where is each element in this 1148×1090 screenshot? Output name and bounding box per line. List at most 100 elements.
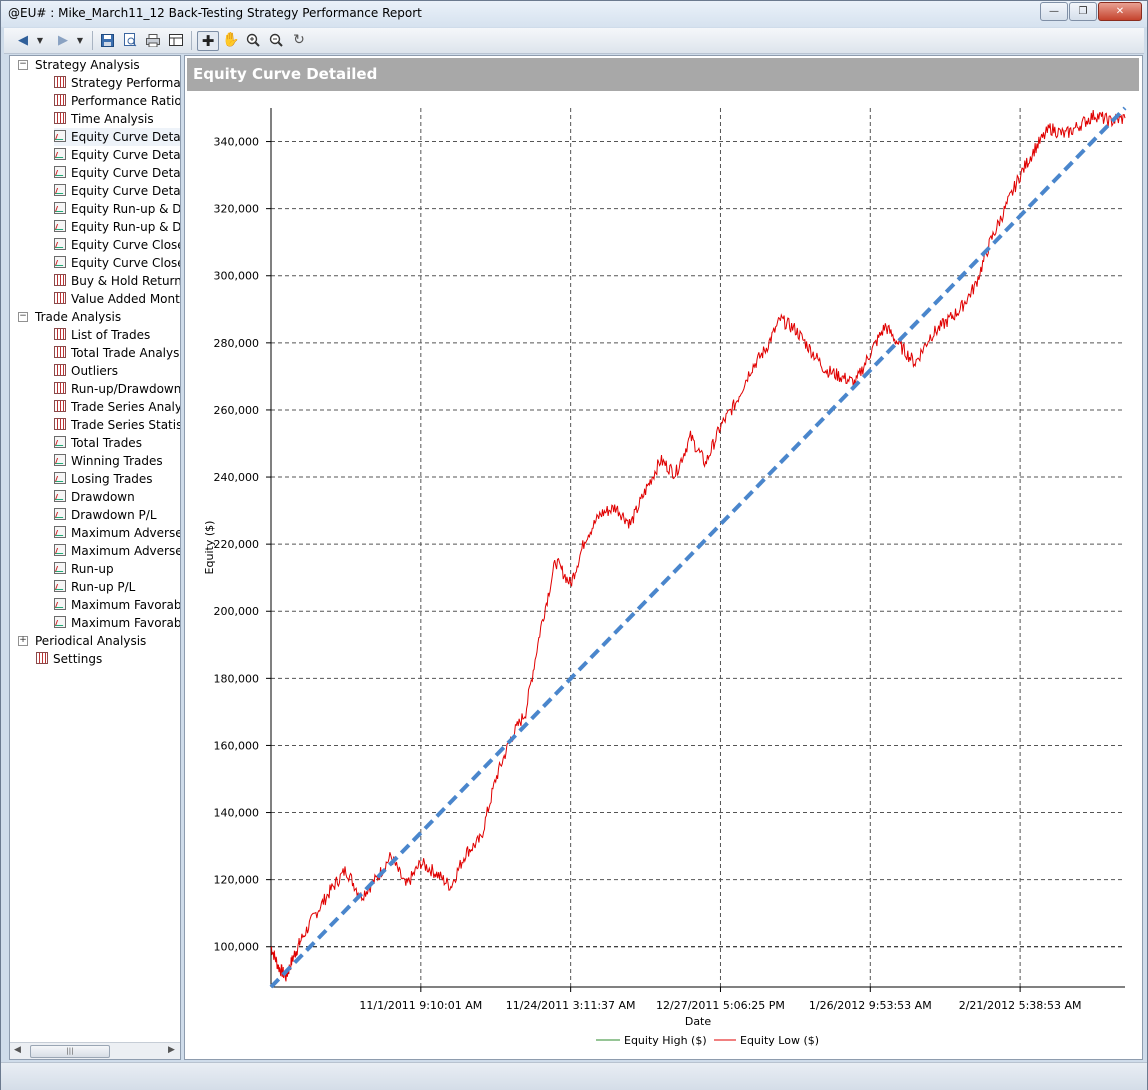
chart-report-icon bbox=[54, 508, 66, 520]
title-bar[interactable]: @EU# : Mike_March11_12 Back-Testing Stra… bbox=[1, 1, 1147, 27]
tree-item-label: Equity Curve Detailed bbox=[71, 184, 180, 198]
tree-item[interactable]: Equity Run-up & Drawdown bbox=[54, 200, 180, 218]
tree-item-label: Drawdown bbox=[71, 490, 135, 504]
chart-report-icon bbox=[54, 436, 66, 448]
back-button[interactable]: ◀ bbox=[12, 31, 34, 49]
tree-item[interactable]: Strategy Performance bbox=[54, 74, 180, 92]
zoom-out-icon bbox=[269, 33, 283, 47]
tree-item-settings[interactable]: Settings bbox=[36, 650, 102, 668]
hand-pan-icon: ✋ bbox=[222, 32, 240, 48]
tree-item[interactable]: Maximum Favorable Excursion bbox=[54, 596, 180, 614]
chart-report-icon bbox=[54, 544, 66, 556]
zoom-in-button[interactable] bbox=[243, 31, 263, 49]
tree-item[interactable]: Trade Series Analysis bbox=[54, 398, 180, 416]
x-axis-label: Date bbox=[685, 1015, 712, 1028]
table-report-icon bbox=[54, 292, 66, 304]
chart-report-icon bbox=[54, 130, 66, 142]
tree-item[interactable]: Run-up P/L bbox=[54, 578, 135, 596]
expand-icon[interactable]: + bbox=[18, 636, 28, 646]
reset-zoom-button[interactable]: ↻ bbox=[289, 31, 309, 49]
scrollbar-thumb[interactable]: ||| bbox=[30, 1045, 110, 1058]
chart-report-icon bbox=[54, 490, 66, 502]
tree-horizontal-scrollbar[interactable]: ◀ ||| ▶ bbox=[10, 1042, 180, 1059]
y-tick-label: 180,000 bbox=[214, 672, 260, 685]
y-tick-label: 280,000 bbox=[214, 337, 260, 350]
tree-item-label: Equity Curve Detailed bbox=[71, 130, 180, 144]
y-tick-label: 140,000 bbox=[214, 807, 260, 820]
tree-item-label: Trade Series Statistics bbox=[71, 418, 180, 432]
forward-button[interactable]: ▶ bbox=[52, 31, 74, 49]
tree-item[interactable]: Value Added Monthly bbox=[54, 290, 180, 308]
tree-item[interactable]: Total Trades bbox=[54, 434, 142, 452]
pan-tool-button[interactable]: ✋ bbox=[221, 31, 241, 49]
tree-item[interactable]: Maximum Favorable Excursion bbox=[54, 614, 180, 632]
tree-item-label: Equity Curve Detailed bbox=[71, 148, 180, 162]
select-tool-button[interactable]: ✚ bbox=[197, 31, 219, 51]
tree-item[interactable]: Total Trade Analysis bbox=[54, 344, 180, 362]
y-tick-label: 100,000 bbox=[214, 941, 260, 954]
table-report-icon bbox=[54, 382, 66, 394]
tree-item[interactable]: Run-up/Drawdown bbox=[54, 380, 180, 398]
tree-item-label: Run-up/Drawdown bbox=[71, 382, 180, 396]
tree-item[interactable]: Equity Curve Detailed bbox=[54, 182, 180, 200]
toolbar: ◀ ▼ ▶ ▼ ✚ ✋ ↻ bbox=[4, 28, 1144, 54]
back-dropdown-button[interactable]: ▼ bbox=[35, 31, 45, 49]
forward-arrow-icon: ▶ bbox=[58, 32, 68, 48]
tree-item[interactable]: Losing Trades bbox=[54, 470, 153, 488]
collapse-icon[interactable]: − bbox=[18, 60, 28, 70]
tree-item[interactable]: Winning Trades bbox=[54, 452, 163, 470]
tree-item[interactable]: Equity Curve Detailed bbox=[54, 128, 180, 146]
scroll-left-icon[interactable]: ◀ bbox=[14, 1045, 21, 1055]
tree-item[interactable]: Drawdown bbox=[54, 488, 135, 506]
save-button[interactable] bbox=[97, 31, 117, 49]
print-button[interactable] bbox=[143, 31, 163, 49]
tree-item[interactable]: Equity Curve Close To Close bbox=[54, 254, 180, 272]
legend-label-equity-low: Equity Low ($) bbox=[740, 1034, 819, 1047]
table-report-icon bbox=[54, 418, 66, 430]
chart-report-icon bbox=[54, 598, 66, 610]
close-button[interactable]: ✕ bbox=[1098, 2, 1142, 21]
tree-item[interactable]: Equity Curve Detailed bbox=[54, 164, 180, 182]
tree-item[interactable]: Buy & Hold Return bbox=[54, 272, 180, 290]
window-title: @EU# : Mike_March11_12 Back-Testing Stra… bbox=[8, 6, 422, 20]
tree-item[interactable]: Run-up bbox=[54, 560, 114, 578]
tree-item[interactable]: Time Analysis bbox=[54, 110, 154, 128]
zoom-out-button[interactable] bbox=[266, 31, 286, 49]
tree-item-label: Maximum Favorable Excursion bbox=[71, 598, 180, 612]
y-tick-label: 120,000 bbox=[214, 874, 260, 887]
tree-item[interactable]: List of Trades bbox=[54, 326, 150, 344]
page-layout-button[interactable] bbox=[166, 31, 186, 49]
restore-button[interactable]: ❐ bbox=[1069, 2, 1097, 21]
tree-item-label: Maximum Favorable Excursion bbox=[71, 616, 180, 630]
tree-item-label: List of Trades bbox=[71, 328, 151, 342]
minimize-button[interactable]: — bbox=[1040, 2, 1068, 21]
report-tree: −Strategy AnalysisStrategy PerformancePe… bbox=[10, 56, 180, 1042]
equity-curve-chart[interactable]: 100,000 120,000 140,000 160,000 180,000 200,0… bbox=[185, 96, 1140, 1056]
tree-item[interactable]: Equity Curve Close To Close bbox=[54, 236, 180, 254]
y-tick-label: 260,000 bbox=[214, 404, 260, 417]
tree-item[interactable]: Maximum Adverse Excursion bbox=[54, 542, 180, 560]
chevron-down-icon: ▼ bbox=[36, 35, 44, 45]
collapse-icon[interactable]: − bbox=[18, 312, 28, 322]
save-icon bbox=[100, 33, 114, 47]
tree-item[interactable]: Trade Series Statistics bbox=[54, 416, 180, 434]
tree-item[interactable]: Outliers bbox=[54, 362, 118, 380]
forward-dropdown-button[interactable]: ▼ bbox=[75, 31, 85, 49]
y-tick-label: 340,000 bbox=[214, 136, 260, 149]
table-report-icon bbox=[54, 364, 66, 376]
tree-item[interactable]: Maximum Adverse Excursion bbox=[54, 524, 180, 542]
y-tick-label: 300,000 bbox=[214, 270, 260, 283]
tree-item[interactable]: Equity Run-up & Drawdown bbox=[54, 218, 180, 236]
trend-line bbox=[269, 106, 1127, 989]
tree-item[interactable]: Drawdown P/L bbox=[54, 506, 157, 524]
tree-item-label: Buy & Hold Return bbox=[71, 274, 180, 288]
zoom-in-icon bbox=[246, 33, 260, 47]
tree-item-label: Drawdown P/L bbox=[71, 508, 157, 522]
tree-item[interactable]: Equity Curve Detailed bbox=[54, 146, 180, 164]
print-preview-button[interactable] bbox=[120, 31, 140, 49]
scroll-right-icon[interactable]: ▶ bbox=[168, 1045, 175, 1055]
close-icon: ✕ bbox=[1115, 6, 1125, 17]
tree-item[interactable]: Performance Ratios bbox=[54, 92, 180, 110]
tree-item-label: Value Added Monthly bbox=[71, 292, 180, 306]
tree-item-label: Equity Run-up & Drawdown bbox=[71, 202, 180, 216]
